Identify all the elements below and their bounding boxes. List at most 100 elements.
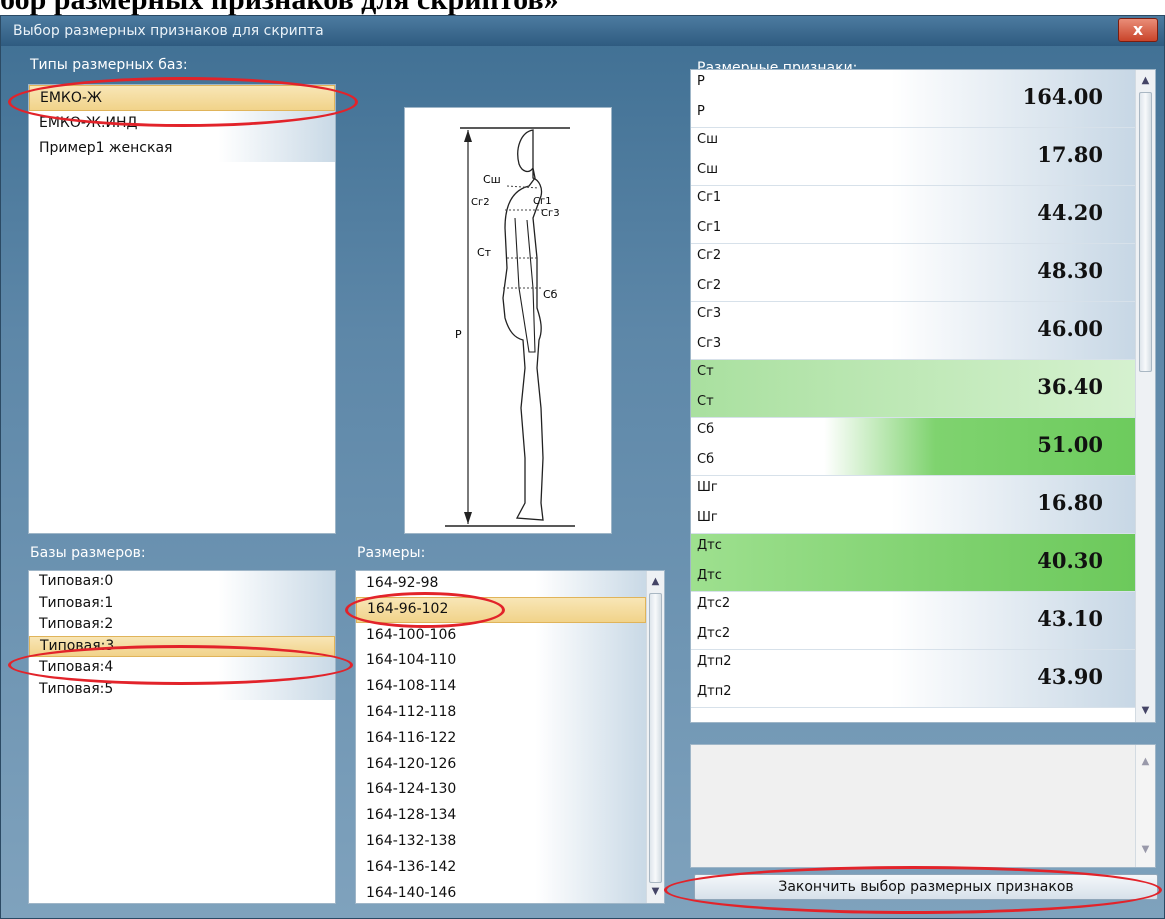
base-types-label: Типы размерных баз: [30, 57, 188, 73]
measurement-value: 46.00 [1037, 316, 1103, 341]
figure-label: Сш [483, 173, 501, 186]
size-item[interactable]: 164-116-122 [356, 725, 646, 752]
size-item[interactable]: 164-132-138 [356, 828, 646, 855]
sizes-scrollbar[interactable]: ▲ ▼ [646, 571, 664, 903]
size-item[interactable]: 164-100-106 [356, 622, 646, 649]
measurement-value: 36.40 [1037, 374, 1103, 399]
measurement-name: Шг [697, 510, 718, 525]
size-base-item[interactable]: Типовая:3 [29, 635, 335, 657]
measurement-value: 43.90 [1037, 664, 1103, 689]
body-figure-drawing: Сш Сг2 Сг1 Сг3 Ст Сб Р [445, 127, 575, 527]
measurement-name: Сг1 [697, 220, 722, 235]
size-item[interactable]: 164-112-118 [356, 699, 646, 726]
sizes-label: Размеры: [357, 545, 426, 561]
scroll-thumb[interactable] [649, 593, 662, 883]
measurement-name: Сб [697, 452, 715, 467]
size-item[interactable]: 164-108-114 [356, 674, 646, 700]
measurement-code: Дтп2 [697, 654, 732, 669]
figure-label: Р [455, 328, 462, 341]
measurement-row[interactable]: Дтс 40.30 Дтс [691, 534, 1135, 592]
scroll-up-icon[interactable]: ▲ [1136, 72, 1155, 90]
window-title: Выбор размерных признаков для скрипта [13, 23, 324, 39]
measurement-code: Шг [697, 480, 718, 495]
size-base-item[interactable]: Типовая:0 [29, 571, 335, 593]
measurement-code: Р [697, 74, 705, 89]
measurements-list[interactable]: Р 164.00 Р Сш 17.80 Сш Сг1 44.20 Сг1 Сг2… [690, 69, 1156, 723]
measurement-name: Дтс [697, 568, 722, 583]
measurement-value: 17.80 [1037, 142, 1103, 167]
base-type-item[interactable]: ЕМКО-Ж [29, 85, 335, 111]
arm-outline [514, 217, 536, 353]
finish-selection-button[interactable]: Закончить выбор размерных признаков [694, 874, 1158, 900]
size-item[interactable]: 164-120-126 [356, 751, 646, 778]
measurement-row[interactable]: Шг 16.80 Шг [691, 476, 1135, 534]
measurements-rows: Р 164.00 Р Сш 17.80 Сш Сг1 44.20 Сг1 Сг2… [691, 70, 1135, 708]
size-item[interactable]: 164-104-110 [356, 648, 646, 675]
scroll-thumb[interactable] [1139, 92, 1152, 372]
size-item[interactable]: 164-92-98 [356, 571, 646, 597]
size-item[interactable]: 164-136-142 [356, 854, 646, 881]
body-outline [502, 129, 544, 521]
figure-label: Сг1 [533, 196, 552, 207]
measurement-code: Дтс [697, 538, 722, 553]
size-base-item[interactable]: Типовая:4 [29, 657, 335, 679]
size-item[interactable]: 164-128-134 [356, 803, 646, 829]
measurements-scrollbar[interactable]: ▲ ▼ [1135, 70, 1155, 722]
window-titlebar[interactable]: Выбор размерных признаков для скрипта [1, 16, 1164, 46]
measurement-value: 43.10 [1037, 606, 1103, 631]
size-bases-label: Базы размеров: [30, 545, 146, 561]
measurement-value: 48.30 [1037, 258, 1103, 283]
height-arrow-bottom [464, 512, 472, 524]
size-item[interactable]: 164-96-102 [356, 596, 646, 623]
base-types-list[interactable]: ЕМКО-Ж ЕМКО-Ж.ИНД Пример1 женская [28, 84, 336, 534]
measurement-value: 51.00 [1037, 432, 1103, 457]
memo-scrollbar[interactable]: ▲ ▼ [1135, 745, 1155, 867]
body-figure: Сш Сг2 Сг1 Сг3 Ст Сб Р [404, 107, 612, 534]
measurement-name: Ст [697, 394, 714, 409]
measurement-name: Сг2 [697, 278, 722, 293]
size-item[interactable]: 164-124-130 [356, 777, 646, 804]
measurement-row[interactable]: Сг1 44.20 Сг1 [691, 186, 1135, 244]
scroll-up-icon[interactable]: ▲ [1136, 753, 1155, 771]
base-type-item[interactable]: ЕМКО-Ж.ИНД [29, 110, 335, 136]
sizes-list[interactable]: 164-92-98 164-96-102 164-100-106 164-104… [355, 570, 665, 904]
measurement-row[interactable]: Дтс2 43.10 Дтс2 [691, 592, 1135, 650]
measurement-code: Сг2 [697, 248, 722, 263]
size-bases-list[interactable]: Типовая:0 Типовая:1 Типовая:2 Типовая:3 … [28, 570, 336, 904]
measurement-row[interactable]: Сш 17.80 Сш [691, 128, 1135, 186]
measurement-code: Сш [697, 132, 718, 147]
size-base-item[interactable]: Типовая:1 [29, 592, 335, 614]
scroll-up-icon[interactable]: ▲ [647, 573, 664, 591]
scroll-down-icon[interactable]: ▼ [1136, 841, 1155, 859]
measurement-value: 40.30 [1037, 548, 1103, 573]
measurement-code: Ст [697, 364, 714, 379]
measurement-name: Р [697, 104, 705, 119]
height-arrow-top [464, 130, 472, 142]
measurement-row[interactable]: Дтп2 43.90 Дтп2 [691, 650, 1135, 708]
measurement-row[interactable]: Сб 51.00 Сб [691, 418, 1135, 476]
figure-label: Сг2 [471, 197, 490, 208]
measurement-value: 44.20 [1037, 200, 1103, 225]
close-button[interactable]: x [1118, 18, 1158, 42]
measurement-row[interactable]: Ст 36.40 Ст [691, 360, 1135, 418]
scroll-down-icon[interactable]: ▼ [647, 883, 664, 901]
measurement-row[interactable]: Сг2 48.30 Сг2 [691, 244, 1135, 302]
measurement-name: Дтс2 [697, 626, 731, 641]
description-memo[interactable]: ▲ ▼ [690, 744, 1156, 868]
figure-label: Сг3 [541, 208, 560, 219]
scroll-down-icon[interactable]: ▼ [1136, 702, 1155, 720]
measurement-code: Сг3 [697, 306, 722, 321]
measurement-code: Сб [697, 422, 715, 437]
size-item[interactable]: 164-140-146 [356, 880, 646, 903]
measurement-row[interactable]: Р 164.00 Р [691, 70, 1135, 128]
measurement-code: Дтс2 [697, 596, 731, 611]
measurement-value: 16.80 [1037, 490, 1103, 515]
figure-label: Ст [477, 246, 492, 259]
size-base-item[interactable]: Типовая:2 [29, 614, 335, 636]
size-base-item[interactable]: Типовая:5 [29, 678, 335, 700]
measurement-name: Сг3 [697, 336, 722, 351]
sizes-items: 164-92-98 164-96-102 164-100-106 164-104… [356, 571, 646, 903]
measurement-value: 164.00 [1022, 84, 1103, 109]
measurement-row[interactable]: Сг3 46.00 Сг3 [691, 302, 1135, 360]
base-type-item[interactable]: Пример1 женская [29, 136, 335, 162]
